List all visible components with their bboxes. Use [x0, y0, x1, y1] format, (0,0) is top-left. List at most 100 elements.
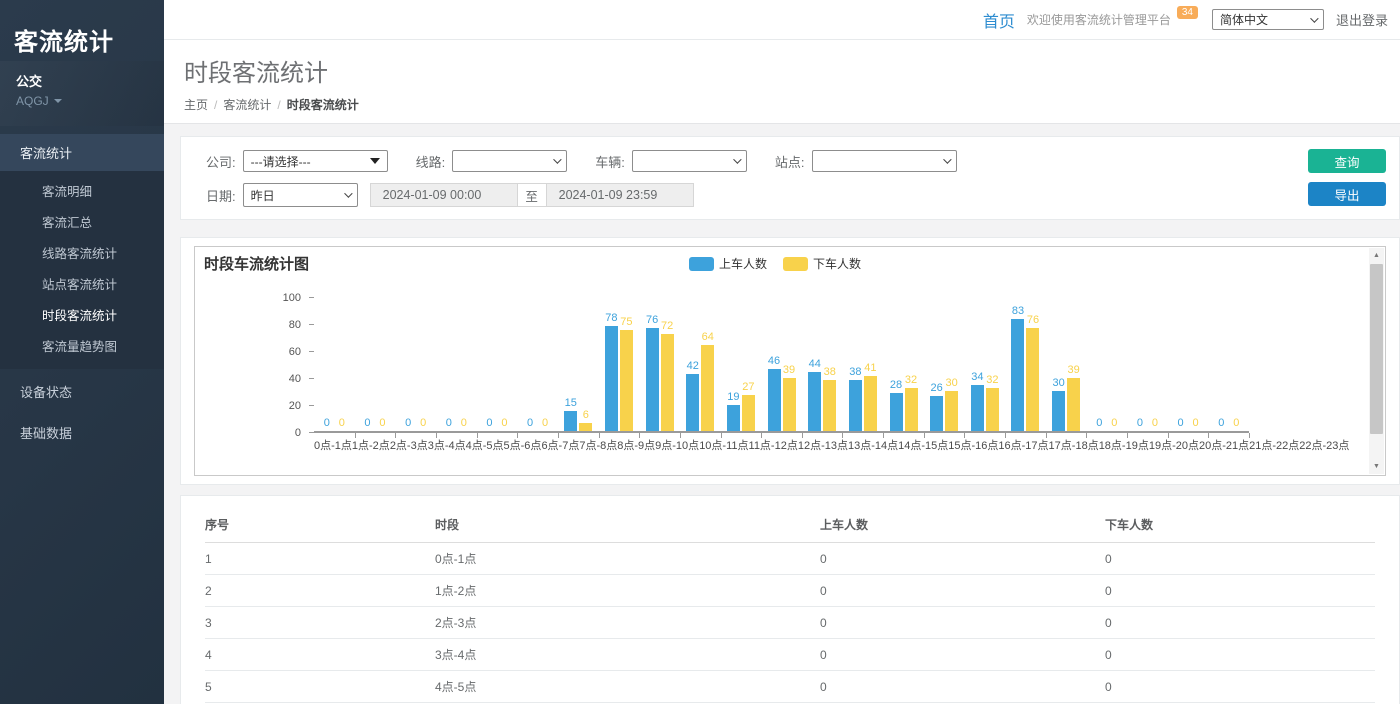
app-root: 客流统计 公交 AQGJ 客流统计 客流明细客流汇总线路客流统计站点客流统计时段…: [0, 0, 1400, 704]
query-button[interactable]: 查询: [1308, 149, 1386, 173]
bar-group: 00: [395, 298, 436, 431]
bar-group: 2832: [883, 298, 924, 431]
bar[interactable]: [864, 376, 877, 431]
chevron-down-icon: [344, 189, 352, 197]
chart-plot-area: 0000000000001567875767242641927463944383…: [314, 298, 1249, 433]
bar-column: 6: [579, 409, 592, 431]
x-axis-tick-label: 1点-2点: [352, 437, 390, 453]
bar-value-label: 72: [661, 320, 673, 332]
sidebar-subitem[interactable]: 站点客流统计: [0, 268, 164, 299]
bar[interactable]: [1011, 319, 1024, 431]
bar[interactable]: [808, 372, 821, 431]
table-row: 10点-1点00: [205, 543, 1375, 575]
bar[interactable]: [945, 391, 958, 432]
vehicle-select[interactable]: [632, 150, 747, 172]
sidebar-subitem[interactable]: 客流明细: [0, 175, 164, 206]
bar[interactable]: [661, 334, 674, 431]
bar-column: 32: [986, 374, 999, 431]
station-select[interactable]: [812, 150, 957, 172]
page-heading: 时段客流统计 主页/客流统计/时段客流统计: [164, 40, 1400, 124]
table-cell: 0: [820, 543, 1105, 575]
bar-group: 156: [558, 298, 599, 431]
y-axis-tick-label: 80: [289, 319, 301, 331]
legend-item[interactable]: 下车人数: [783, 255, 861, 272]
bar[interactable]: [742, 395, 755, 431]
sidebar-subitem[interactable]: 时段客流统计: [0, 299, 164, 330]
sidebar-submenu: 客流明细客流汇总线路客流统计站点客流统计时段客流统计客流量趋势图: [0, 171, 164, 369]
sidebar-section-passenger-stats[interactable]: 客流统计: [0, 134, 164, 171]
scroll-up-arrow-icon[interactable]: ▲: [1369, 248, 1384, 263]
sidebar-subitem[interactable]: 客流量趋势图: [0, 330, 164, 361]
bar[interactable]: [605, 326, 618, 431]
scrollbar-thumb[interactable]: [1370, 264, 1383, 434]
bar[interactable]: [986, 388, 999, 431]
company-select[interactable]: ---请选择---: [243, 150, 388, 172]
y-axis-tick-label: 100: [283, 292, 301, 304]
bar-value-label: 0: [1193, 417, 1199, 429]
bar[interactable]: [727, 405, 740, 431]
date-label: 日期:: [206, 186, 236, 205]
bar-group: 00: [477, 298, 518, 431]
bar-column: 0: [1093, 417, 1106, 431]
bar-column: 15: [564, 397, 577, 431]
bar[interactable]: [686, 374, 699, 431]
bar[interactable]: [768, 369, 781, 431]
notification-badge[interactable]: 34: [1177, 6, 1198, 19]
bar-column: 0: [376, 417, 389, 431]
scroll-down-arrow-icon[interactable]: ▼: [1369, 459, 1384, 474]
end-date-input[interactable]: 2024-01-09 23:59: [546, 183, 694, 207]
bar[interactable]: [849, 380, 862, 431]
table-header-row: 序号时段上车人数下车人数: [205, 506, 1375, 543]
bar[interactable]: [971, 385, 984, 431]
bar-group: 00: [1127, 298, 1168, 431]
x-axis-tick-label: 16点-17点: [998, 437, 1048, 453]
x-axis-tick-label: 5点-6点: [504, 437, 542, 453]
bar-column: 38: [823, 366, 836, 431]
home-link[interactable]: 首页: [983, 8, 1015, 32]
table-cell: 0: [1105, 671, 1375, 703]
language-select[interactable]: 简体中文: [1212, 9, 1324, 30]
breadcrumb-home[interactable]: 主页: [184, 98, 208, 112]
org-code-dropdown[interactable]: AQGJ: [16, 94, 150, 108]
legend-item[interactable]: 上车人数: [689, 255, 767, 272]
table-cell: 0: [1105, 639, 1375, 671]
bar[interactable]: [1052, 391, 1065, 432]
chevron-down-icon: [943, 155, 951, 163]
chart-legend: 上车人数下车人数: [195, 255, 1355, 272]
bar[interactable]: [783, 378, 796, 431]
sidebar-subitem[interactable]: 客流汇总: [0, 206, 164, 237]
breadcrumb-section[interactable]: 客流统计: [223, 98, 271, 112]
topbar: 首页 欢迎使用客流统计管理平台 34 简体中文 退出登录: [164, 0, 1400, 40]
bar-value-label: 0: [324, 417, 330, 429]
bar[interactable]: [1026, 328, 1039, 431]
bar[interactable]: [646, 328, 659, 431]
sidebar-section-base-data[interactable]: 基础数据: [0, 414, 164, 451]
bar[interactable]: [579, 423, 592, 431]
vehicle-label: 车辆:: [595, 152, 625, 171]
bar-value-label: 38: [849, 366, 861, 378]
bar[interactable]: [620, 330, 633, 431]
bar[interactable]: [905, 388, 918, 431]
date-preset-select[interactable]: 昨日: [243, 183, 358, 207]
breadcrumb-current: 时段客流统计: [287, 98, 359, 112]
bar[interactable]: [701, 345, 714, 431]
x-axis-tick-label: 4点-5点: [466, 437, 504, 453]
bar[interactable]: [564, 411, 577, 431]
bar-column: 0: [361, 417, 374, 431]
bar[interactable]: [930, 396, 943, 431]
sidebar-subitem[interactable]: 线路客流统计: [0, 237, 164, 268]
line-select[interactable]: [452, 150, 567, 172]
triangle-down-icon: [370, 158, 380, 164]
table-cell: 0: [1105, 575, 1375, 607]
logout-link[interactable]: 退出登录: [1336, 10, 1388, 29]
bar[interactable]: [890, 393, 903, 431]
sidebar-section-device-status[interactable]: 设备状态: [0, 373, 164, 410]
bar-column: 30: [1052, 377, 1065, 432]
chart-scrollbar[interactable]: ▲ ▼: [1369, 248, 1384, 474]
bar[interactable]: [823, 380, 836, 431]
chevron-down-icon: [1310, 14, 1318, 22]
main-column: 首页 欢迎使用客流统计管理平台 34 简体中文 退出登录 时段客流统计 主页/客…: [164, 0, 1400, 704]
bar[interactable]: [1067, 378, 1080, 431]
start-date-input[interactable]: 2024-01-09 00:00: [370, 183, 518, 207]
export-button[interactable]: 导出: [1308, 182, 1386, 206]
